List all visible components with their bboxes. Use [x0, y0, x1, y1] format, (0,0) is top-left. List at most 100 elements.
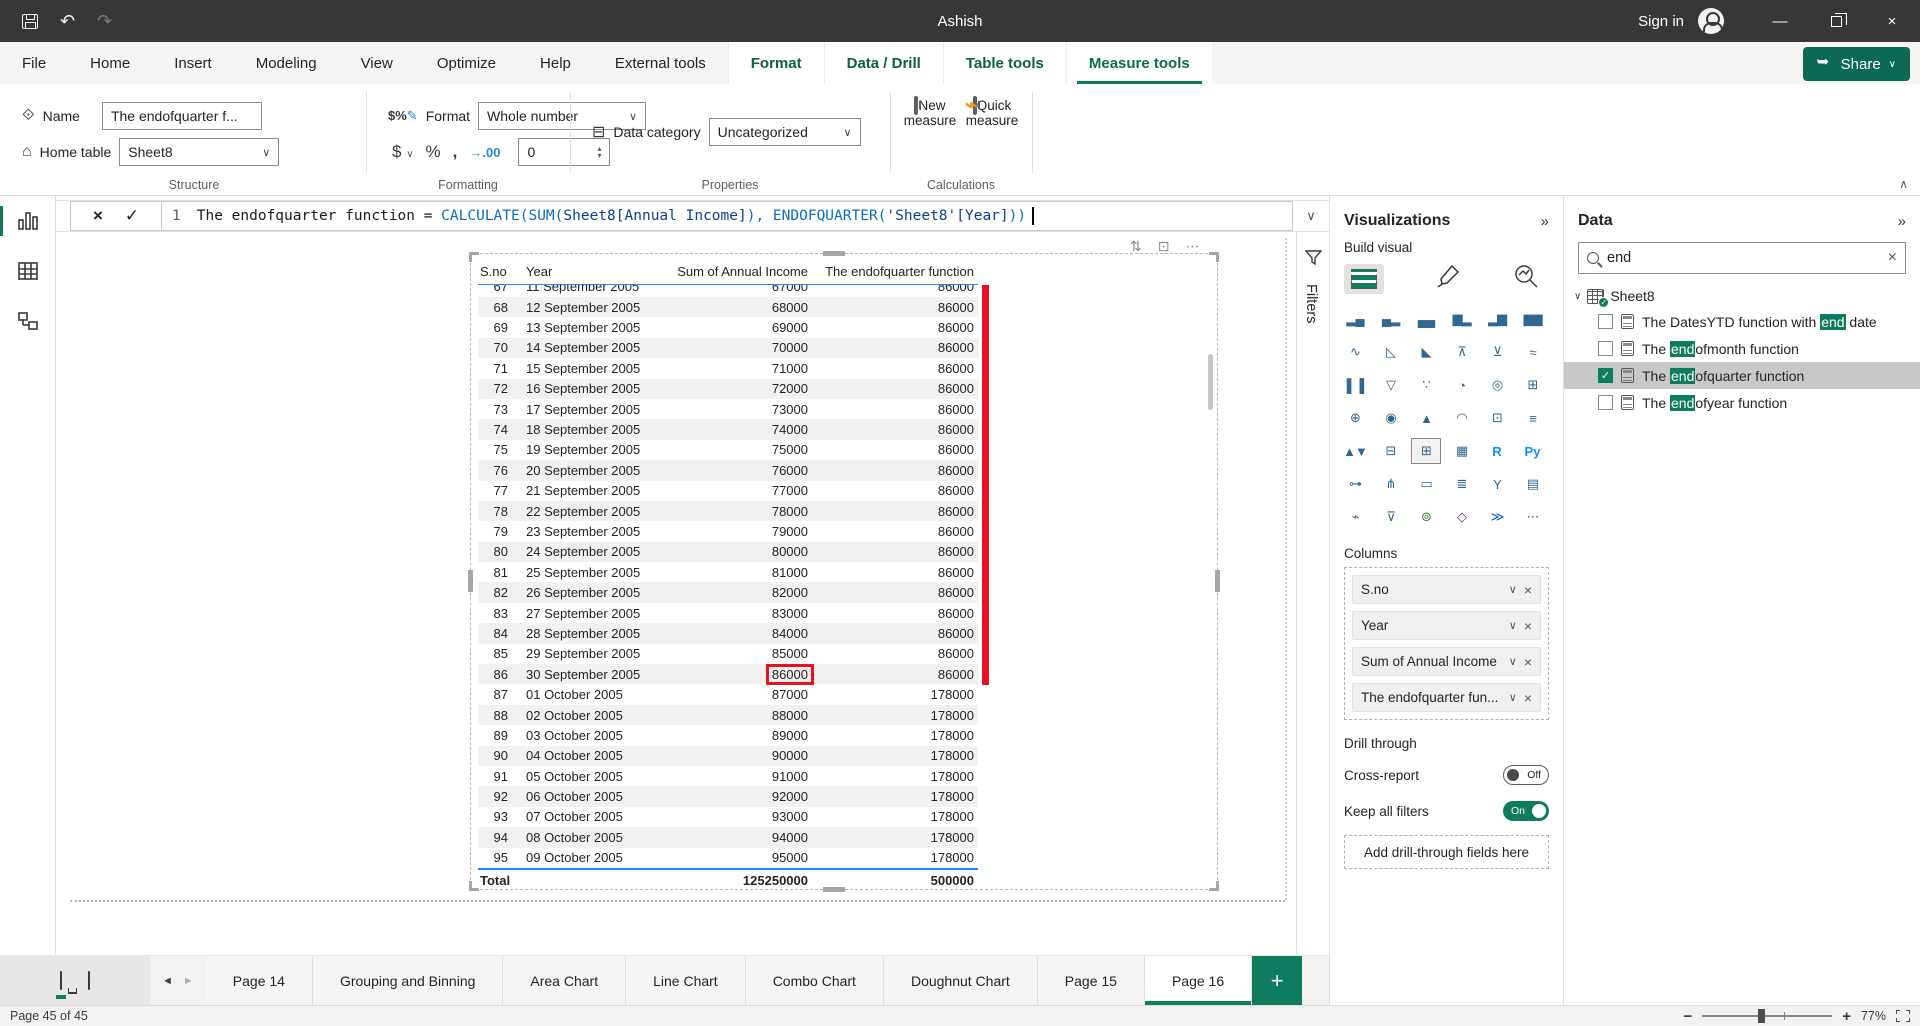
sign-in-link[interactable]: Sign in	[1638, 13, 1684, 30]
table-icon[interactable]: ⊞	[1411, 438, 1441, 464]
measure-item[interactable]: The endofmonth function	[1564, 335, 1920, 362]
area-chart-icon[interactable]: ◺	[1376, 339, 1406, 365]
map-icon[interactable]: ⊕	[1340, 405, 1370, 431]
cross-report-toggle[interactable]: Off	[1503, 765, 1549, 785]
collapse-pane-icon[interactable]: »	[1898, 213, 1906, 230]
remove-field-icon[interactable]: ×	[1524, 618, 1532, 634]
table-row[interactable]: 9105 October 200591000178000	[478, 766, 978, 786]
table-row[interactable]: 7620 September 20057600086000	[478, 460, 978, 480]
stacked-column-chart-icon[interactable]: ▄▂	[1376, 306, 1406, 332]
undo-icon[interactable]: ↶	[60, 11, 75, 32]
stacked-area-chart-icon[interactable]: ◣	[1411, 339, 1441, 365]
key-influencers-icon[interactable]: ⊶	[1340, 471, 1370, 497]
keep-all-filters-toggle[interactable]: On	[1503, 801, 1549, 821]
stacked-bar-chart-icon[interactable]: ▂▄	[1340, 306, 1370, 332]
treemap-icon[interactable]: ⊞	[1518, 372, 1548, 398]
table-row[interactable]: 6913 September 20056900086000	[478, 317, 978, 337]
tab-format-visual[interactable]	[1436, 263, 1462, 294]
column-header-year[interactable]: Year	[512, 264, 672, 279]
field-well-sum-of-annual-income[interactable]: Sum of Annual Income∨×	[1352, 647, 1541, 676]
donut-chart-icon[interactable]: ◎	[1482, 372, 1512, 398]
new-page-button[interactable]: +	[1252, 956, 1302, 1005]
table-row[interactable]: 7014 September 20057000086000	[478, 338, 978, 358]
chevron-down-icon[interactable]: ∨	[1509, 691, 1517, 704]
tab-analytics[interactable]	[1513, 263, 1539, 294]
data-category-select[interactable]: Uncategorized∨	[709, 118, 861, 146]
menu-tab-format[interactable]: Format	[728, 42, 824, 84]
zoom-slider[interactable]	[1702, 1015, 1832, 1017]
resize-handle[interactable]	[1216, 881, 1219, 891]
zoom-slider-thumb[interactable]	[1758, 1009, 1765, 1023]
scorecard-icon[interactable]: ⌁	[1340, 504, 1370, 530]
metrics-icon[interactable]: Y	[1482, 471, 1512, 497]
field-well-the-endofquarter-fun-[interactable]: The endofquarter fun...∨×	[1352, 683, 1541, 712]
commit-formula-icon[interactable]: ✓	[125, 206, 139, 226]
table-row[interactable]: 8428 September 20058400086000	[478, 623, 978, 643]
power-bi-report-icon[interactable]: ▤	[1518, 471, 1548, 497]
measure-item[interactable]: The DatesYTD function with end date	[1564, 308, 1920, 335]
clustered-column-chart-icon[interactable]: ▆▆	[1518, 306, 1548, 332]
table-node-sheet8[interactable]: ∨ ✓ Sheet8	[1564, 284, 1920, 308]
remove-field-icon[interactable]: ×	[1524, 582, 1532, 598]
scatter-chart-icon[interactable]: ∵	[1411, 372, 1441, 398]
r-script-visual-icon[interactable]: R	[1482, 438, 1512, 464]
resize-handle[interactable]	[1215, 570, 1220, 592]
line-chart-icon[interactable]: ∿	[1340, 339, 1370, 365]
cancel-formula-icon[interactable]: ×	[93, 206, 103, 226]
minimize-button[interactable]: —	[1752, 0, 1808, 42]
close-button[interactable]: ×	[1864, 0, 1920, 42]
table-row[interactable]: 8327 September 20058300086000	[478, 603, 978, 623]
python-visual-icon[interactable]: Py	[1518, 438, 1548, 464]
power-apps-icon[interactable]: ◇	[1447, 504, 1477, 530]
table-header-row[interactable]: S.noYearSum of Annual IncomeThe endofqua…	[478, 259, 978, 285]
menu-tab-data-drill[interactable]: Data / Drill	[824, 42, 943, 84]
column-header-inc[interactable]: Sum of Annual Income	[672, 264, 808, 279]
save-icon[interactable]	[22, 14, 38, 29]
page-tab-grouping-and-binning[interactable]: Grouping and Binning	[313, 956, 503, 1005]
clustered-bar-chart-icon[interactable]: ▂▆	[1482, 306, 1512, 332]
measure-item[interactable]: ✓The endofquarter function	[1564, 362, 1920, 389]
more-visuals-icon[interactable]: ⋯	[1518, 504, 1548, 530]
table-row[interactable]: 7923 September 20057900086000	[478, 521, 978, 541]
measure-item[interactable]: The endofyear function	[1564, 389, 1920, 416]
page-tab-doughnut-chart[interactable]: Doughnut Chart	[884, 956, 1038, 1005]
paginated-report-icon[interactable]: ≣	[1447, 471, 1477, 497]
filters-pane-collapsed[interactable]: Filters	[1296, 232, 1329, 955]
table-row[interactable]: 9408 October 200594000178000	[478, 827, 978, 847]
column-header-fn[interactable]: The endofquarter function	[808, 264, 974, 279]
table-row[interactable]: 8630 September 20058600086000	[478, 664, 978, 684]
table-row[interactable]: 9307 October 200593000178000	[478, 807, 978, 827]
previous-page-arrow[interactable]: ◄	[162, 975, 173, 987]
table-row[interactable]: 7822 September 20057800086000	[478, 501, 978, 521]
page-tab-page-16[interactable]: Page 16	[1145, 956, 1252, 1005]
table-row[interactable]: 7519 September 20057500086000	[478, 440, 978, 460]
table-row[interactable]: 6711 September 20056700086000	[478, 285, 978, 297]
page-tab-line-chart[interactable]: Line Chart	[626, 956, 746, 1005]
menu-tab-optimize[interactable]: Optimize	[415, 42, 518, 84]
power-kpi-icon[interactable]: ⊽	[1376, 504, 1406, 530]
page-tab-page-15[interactable]: Page 15	[1038, 956, 1145, 1005]
power-automate-icon[interactable]: ≫	[1482, 504, 1512, 530]
resize-handle[interactable]	[469, 881, 472, 891]
table-row[interactable]: 8226 September 20058200086000	[478, 582, 978, 602]
menu-tab-help[interactable]: Help	[518, 42, 593, 84]
menu-tab-measure-tools[interactable]: Measure tools	[1066, 42, 1212, 84]
zoom-in-button[interactable]: +	[1842, 1008, 1851, 1025]
menu-tab-view[interactable]: View	[339, 42, 415, 84]
table-row[interactable]: 7418 September 20057400086000	[478, 419, 978, 439]
chevron-down-icon[interactable]: ∨	[1509, 655, 1517, 668]
thousands-separator-icon[interactable]: ,	[453, 142, 458, 162]
remove-field-icon[interactable]: ×	[1524, 654, 1532, 670]
quick-measure-button[interactable]: ⌁ Quick measure	[960, 98, 1024, 128]
resize-handle[interactable]	[823, 251, 845, 256]
visual-scrollbar[interactable]	[1208, 354, 1213, 410]
100-stacked-bar-chart-icon[interactable]: ▄▄	[1411, 306, 1441, 332]
filled-map-icon[interactable]: ◉	[1376, 405, 1406, 431]
page-tab-page-14[interactable]: Page 14	[206, 956, 313, 1005]
field-checkbox[interactable]: ✓	[1598, 368, 1613, 383]
new-measure-button[interactable]: New measure	[898, 98, 962, 128]
100-stacked-column-chart-icon[interactable]: ▆▂	[1447, 306, 1477, 332]
slicer-icon[interactable]: ⊟	[1376, 438, 1406, 464]
measure-name-input[interactable]: The endofquarter f...	[102, 102, 262, 130]
decimal-places-icon[interactable]: →.00	[469, 145, 500, 160]
